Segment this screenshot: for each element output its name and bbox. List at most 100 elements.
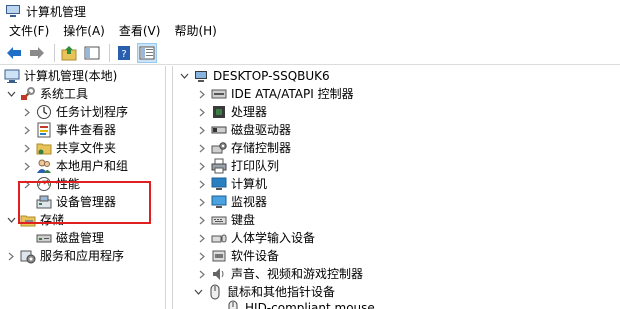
- toolbar: ?: [0, 41, 620, 65]
- system-tools-icon: [20, 86, 36, 102]
- chevron-right-icon[interactable]: [6, 247, 16, 265]
- chevron-right-icon[interactable]: [197, 229, 207, 247]
- tree-item-task-scheduler[interactable]: 任务计划程序: [22, 103, 128, 121]
- device-category-label: 监视器: [231, 195, 268, 209]
- device-category-storage-controllers[interactable]: 存储控制器: [197, 139, 291, 157]
- toolbar-separator: [54, 43, 55, 62]
- chevron-right-icon[interactable]: [197, 103, 207, 121]
- help-button[interactable]: ?: [114, 43, 134, 63]
- chevron-right-icon[interactable]: [197, 175, 207, 193]
- chevron-down-icon[interactable]: [6, 211, 16, 229]
- help-icon: ?: [118, 45, 130, 60]
- device-category-label: 打印队列: [231, 159, 280, 173]
- show-hide-tree-icon: [84, 46, 100, 59]
- computer-management-icon: [6, 4, 20, 18]
- chevron-right-icon[interactable]: [197, 265, 207, 283]
- device-category-label: 键盘: [231, 213, 256, 227]
- device-category-ide-controller[interactable]: IDE ATA/ATAPI 控制器: [197, 85, 354, 103]
- monitor-icon: [211, 194, 227, 210]
- back-icon: [7, 46, 21, 59]
- forward-icon: [30, 46, 44, 59]
- chevron-right-icon[interactable]: [197, 121, 207, 139]
- shared-folder-icon: [36, 140, 52, 156]
- device-tree-root-label: DESKTOP-SSQBUK6: [213, 69, 330, 83]
- device-category-sound-video-game[interactable]: 声音、视频和游戏控制器: [197, 265, 363, 283]
- chevron-down-icon[interactable]: [179, 67, 189, 85]
- chevron-right-icon[interactable]: [197, 157, 207, 175]
- event-viewer-icon: [36, 122, 52, 138]
- menu-action[interactable]: 操作(A): [56, 22, 112, 41]
- up-folder-button[interactable]: [59, 43, 79, 63]
- menu-bar: 文件(F) 操作(A) 查看(V) 帮助(H): [0, 22, 620, 41]
- computer-icon: [211, 176, 227, 192]
- tree-item-system-tools[interactable]: 系统工具: [6, 85, 88, 103]
- storage-controller-icon: [211, 140, 227, 156]
- device-category-monitors[interactable]: 监视器: [197, 193, 267, 211]
- computer-management-icon: [4, 68, 20, 84]
- tree-item-label: 系统工具: [40, 87, 89, 101]
- device-category-print-queues[interactable]: 打印队列: [197, 157, 279, 175]
- chevron-right-icon[interactable]: [22, 157, 32, 175]
- device-category-keyboards[interactable]: 键盘: [197, 211, 255, 229]
- mouse-icon: [225, 300, 241, 309]
- chevron-right-icon[interactable]: [197, 85, 207, 103]
- device-item-hid-mouse[interactable]: HID-compliant mouse: [225, 299, 375, 309]
- device-category-software-devices[interactable]: 软件设备: [197, 247, 279, 265]
- device-category-label: 存储控制器: [231, 141, 292, 155]
- disk-drive-icon: [211, 122, 227, 138]
- users-icon: [36, 158, 52, 174]
- device-tree-root[interactable]: DESKTOP-SSQBUK6: [179, 67, 330, 85]
- tree-item-label: 共享文件夹: [56, 141, 117, 155]
- device-category-label: 磁盘驱动器: [231, 123, 292, 137]
- device-category-disk-drives[interactable]: 磁盘驱动器: [197, 121, 291, 139]
- ide-controller-icon: [211, 86, 227, 102]
- show-hide-tree-button[interactable]: [82, 43, 102, 63]
- device-category-label: 声音、视频和游戏控制器: [231, 267, 364, 281]
- toolbar-separator: [109, 43, 110, 62]
- device-category-label: 计算机: [231, 177, 268, 191]
- device-category-hid[interactable]: 人体学输入设备: [197, 229, 315, 247]
- chevron-right-icon[interactable]: [22, 139, 32, 157]
- chevron-down-icon[interactable]: [6, 85, 16, 103]
- tree-item-shared-folders[interactable]: 共享文件夹: [22, 139, 116, 157]
- chevron-right-icon[interactable]: [22, 103, 32, 121]
- tree-item-label: 磁盘管理: [56, 231, 105, 245]
- menu-view[interactable]: 查看(V): [112, 22, 168, 41]
- menu-help[interactable]: 帮助(H): [167, 22, 223, 41]
- sound-icon: [211, 266, 227, 282]
- properties-button[interactable]: [137, 42, 157, 63]
- keyboard-icon: [211, 212, 227, 228]
- software-device-icon: [211, 248, 227, 264]
- device-category-label: 软件设备: [231, 249, 280, 263]
- device-category-computer[interactable]: 计算机: [197, 175, 267, 193]
- highlight-annotation: [18, 181, 151, 224]
- tree-item-label: 计算机管理(本地): [24, 69, 118, 83]
- chevron-right-icon[interactable]: [197, 193, 207, 211]
- chevron-right-icon[interactable]: [197, 211, 207, 229]
- chevron-down-icon[interactable]: [193, 283, 203, 301]
- title-bar: 计算机管理: [0, 0, 620, 22]
- back-button[interactable]: [4, 43, 24, 63]
- chevron-right-icon[interactable]: [197, 139, 207, 157]
- disk-management-icon: [36, 230, 52, 246]
- processor-icon: [211, 104, 227, 120]
- tree-item-label: 服务和应用程序: [40, 249, 125, 263]
- tree-item-services-and-applications[interactable]: 服务和应用程序: [6, 247, 124, 265]
- tree-item-local-users[interactable]: 本地用户和组: [22, 157, 128, 175]
- device-category-label: IDE ATA/ATAPI 控制器: [231, 87, 354, 101]
- forward-button[interactable]: [27, 43, 47, 63]
- chevron-right-icon[interactable]: [197, 247, 207, 265]
- window-title: 计算机管理: [26, 4, 87, 19]
- device-category-processor[interactable]: 处理器: [197, 103, 267, 121]
- task-scheduler-icon: [36, 104, 52, 120]
- printer-icon: [211, 158, 227, 174]
- menu-file[interactable]: 文件(F): [2, 22, 56, 41]
- tree-item-computer-management[interactable]: 计算机管理(本地): [4, 67, 117, 85]
- computer-icon: [193, 68, 209, 84]
- chevron-right-icon[interactable]: [22, 121, 32, 139]
- device-item-label: HID-compliant mouse: [245, 301, 375, 309]
- tree-item-label: 任务计划程序: [56, 105, 129, 119]
- tree-item-event-viewer[interactable]: 事件查看器: [22, 121, 116, 139]
- up-folder-icon: [61, 45, 77, 60]
- tree-item-disk-management[interactable]: 磁盘管理: [36, 229, 104, 247]
